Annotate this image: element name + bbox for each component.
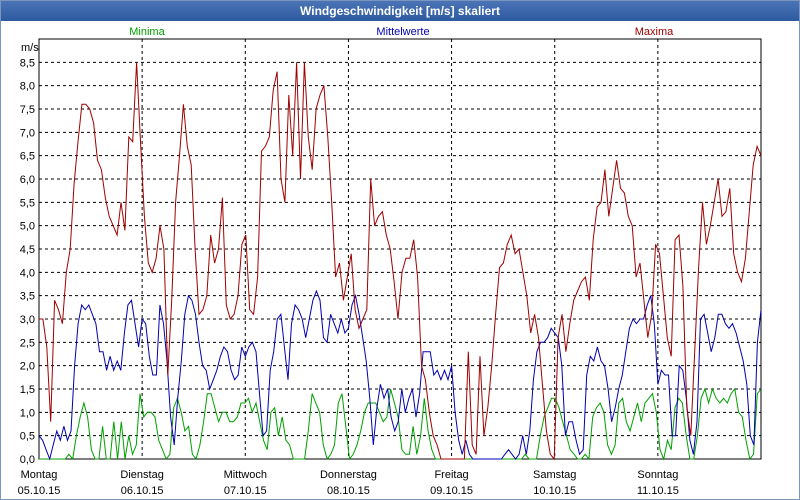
legend: Minima Mittelwerte Maxima [129, 26, 674, 38]
window-title: Windgeschwindigkeit [m/s] skaliert [1, 1, 799, 21]
day-name-label: Donnerstag [320, 469, 377, 481]
day-date-label: 10.10.15 [533, 485, 576, 497]
y-tick-label: 6,0 [20, 174, 35, 186]
chart-window: Windgeschwindigkeit [m/s] skaliert m/s 0… [0, 0, 800, 500]
y-tick-label: 2,0 [20, 361, 35, 373]
y-tick-label: 5,5 [20, 197, 35, 209]
day-date-label: 08.10.15 [327, 485, 370, 497]
y-tick-label: 8,0 [20, 81, 35, 93]
day-date-label: 05.10.15 [18, 485, 61, 497]
y-tick-label: 0,5 [20, 431, 35, 443]
y-tick-label: 3,0 [20, 314, 35, 326]
day-name-label: Samstag [533, 469, 576, 481]
day-name-label: Sonntag [637, 469, 678, 481]
x-axis: Montag 05.10.15 Dienstag 06.10.15 Mittwoch 07… [18, 469, 679, 497]
day-date-label: 06.10.15 [121, 485, 164, 497]
y-tick-label: 8,5 [20, 57, 35, 69]
y-tick-label: 7,5 [20, 104, 35, 116]
y-tick-label: 1,5 [20, 384, 35, 396]
y-tick-label: 2,5 [20, 337, 35, 349]
y-axis: m/s 0,0 0,5 1,0 1,5 2,0 2,5 3,0 3,5 4,0 4,5 5,0 5,5… [20, 42, 40, 466]
day-name-label: Dienstag [120, 469, 163, 481]
legend-item: Mittelwerte [376, 26, 429, 38]
day-date-label: 07.10.15 [224, 485, 267, 497]
y-tick-label: 3,5 [20, 291, 35, 303]
day-name-label: Freitag [434, 469, 468, 481]
y-axis-label: m/s [21, 42, 39, 54]
y-tick-label: 6,5 [20, 151, 35, 163]
day-date-label: 09.10.15 [430, 485, 473, 497]
y-tick-label: 0,0 [20, 454, 35, 466]
legend-item: Minima [129, 26, 165, 38]
y-tick-label: 7,0 [20, 127, 35, 139]
legend-item: Maxima [635, 26, 674, 38]
y-tick-label: 5,0 [20, 221, 35, 233]
wind-speed-chart: m/s 0,0 0,5 1,0 1,5 2,0 2,5 3,0 3,5 4,0 4,5 5,0 5,5… [18, 26, 762, 497]
day-date-label: 11.10.15 [637, 485, 679, 497]
y-tick-label: 4,0 [20, 267, 35, 279]
day-name-label: Montag [21, 469, 58, 481]
y-tick-label: 4,5 [20, 244, 35, 256]
day-name-label: Mittwoch [224, 469, 267, 481]
y-tick-label: 1,0 [20, 407, 35, 419]
